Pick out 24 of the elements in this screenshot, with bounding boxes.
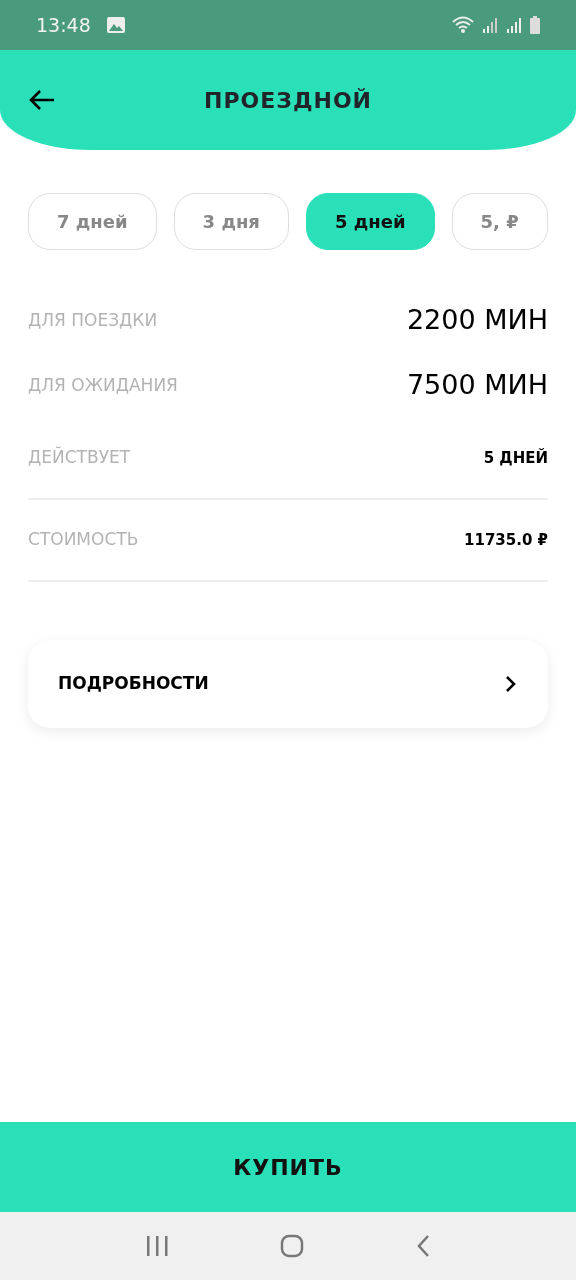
row-label: ДЛЯ ПОЕЗДКИ [28, 308, 158, 332]
period-tab[interactable]: 5 дней [305, 193, 435, 250]
signal-icon [506, 17, 522, 33]
period-tab[interactable]: 5, ₽ [451, 193, 548, 250]
period-tab[interactable]: 3 дня [173, 193, 289, 250]
buy-button[interactable]: КУПИТЬ [0, 1122, 576, 1212]
row-value: 2200 МИН [406, 303, 548, 338]
recent-apps-icon[interactable] [145, 1235, 170, 1257]
row-label: СТОИМОСТЬ [28, 528, 139, 552]
row-label: ДЕЙСТВУЕТ [28, 445, 131, 470]
home-icon[interactable] [280, 1234, 304, 1258]
details-button[interactable]: ПОДРОБНОСТИ [28, 640, 548, 728]
image-icon [106, 17, 125, 33]
row-value: 5 ДНЕЙ [483, 447, 548, 469]
signal-icon [482, 17, 498, 33]
page-title: ПРОЕЗДНОЙ [203, 86, 373, 115]
row-label: ДЛЯ ОЖИДАНИЯ [28, 373, 178, 397]
chevron-right-icon [504, 674, 518, 694]
row-value: 11735.0 ₽ [464, 529, 548, 551]
status-time: 13:48 [36, 12, 91, 38]
row-value: 7500 МИН [406, 368, 548, 403]
wifi-icon [452, 16, 474, 34]
battery-icon [530, 16, 540, 34]
period-tab[interactable]: 7 дней [28, 193, 157, 250]
